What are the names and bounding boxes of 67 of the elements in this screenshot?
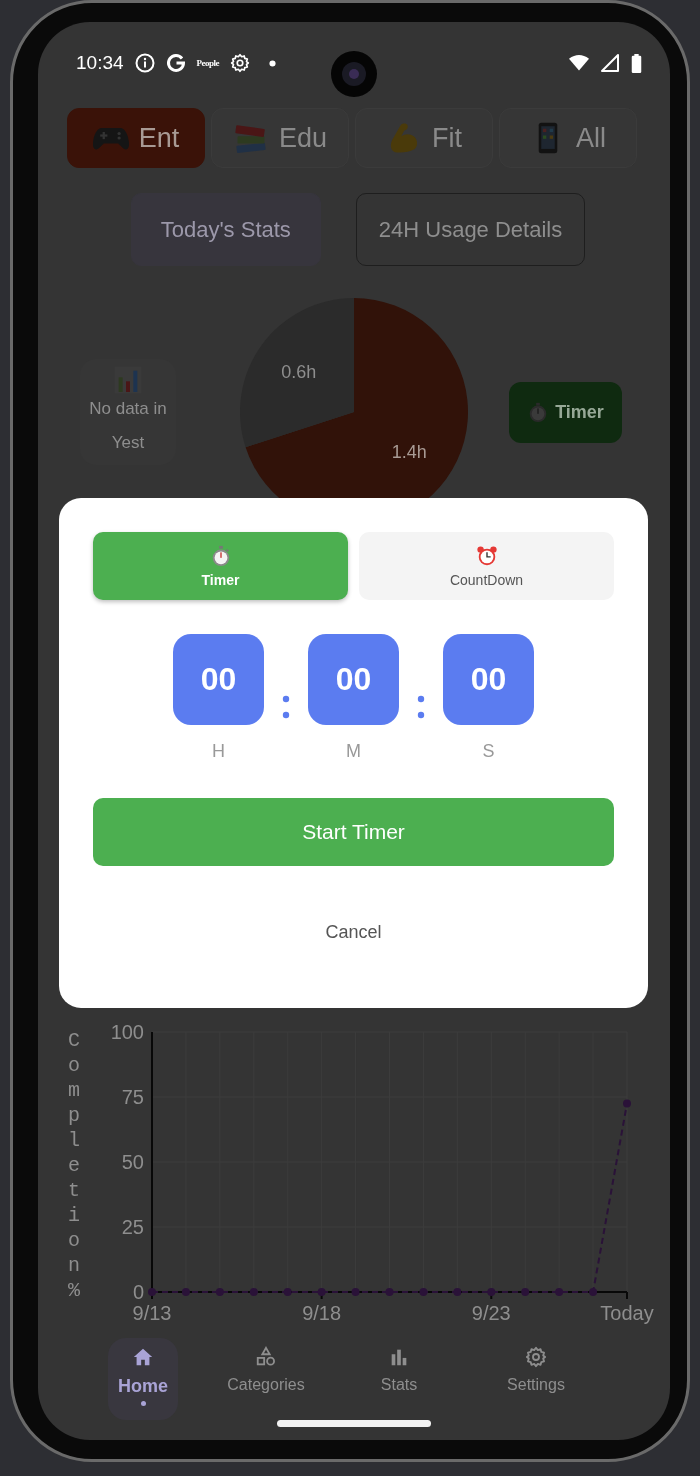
data-point [385,1288,394,1296]
info-icon [134,53,155,73]
no-data-text: No data in Yest [88,398,168,454]
data-point [317,1288,326,1296]
tick-label: 9/18 [302,1302,342,1324]
category-tab[interactable]: Edu [211,108,349,168]
slice-label: 0.6h [281,361,317,382]
colon-separator [417,695,425,719]
signal-icon [600,53,620,73]
data-point [249,1288,258,1296]
data-point [283,1288,292,1296]
wifi-icon [569,53,589,73]
battery-icon [631,53,642,73]
tick-label: 50 [121,1151,144,1173]
view-button[interactable]: 24H Usage Details [355,193,586,266]
alarm-clock-icon [475,544,498,567]
time-field[interactable]: 00 [443,634,534,725]
slice-label: 1.4h [391,442,427,463]
data-point [351,1288,360,1296]
nav-item[interactable]: Categories [214,1338,318,1420]
category-tab[interactable]: Fit [355,108,493,168]
active-dot [140,1401,146,1406]
tick-label: 0 [132,1281,144,1303]
view-button[interactable]: Today's Stats [130,193,321,266]
tick-label: Today [600,1302,654,1324]
axis-title: Completion % [68,1028,80,1304]
home-icon [132,1346,154,1368]
data-point [215,1288,224,1296]
category-tab[interactable]: All [499,108,637,168]
start-button[interactable]: Start Timer [93,798,614,866]
tick-label: 9/13 [132,1302,172,1324]
mode-tab[interactable]: Timer [93,532,348,600]
time-field[interactable]: 00 [173,634,264,725]
data-point [487,1288,496,1296]
data-point [419,1288,428,1296]
unit-label: M [346,741,361,762]
unit-label: S [482,741,495,762]
data-point [181,1288,190,1296]
data-point [623,1099,631,1108]
tick-label: 25 [121,1216,144,1238]
mode-tab[interactable]: CountDown [359,532,614,600]
books-icon [232,122,269,154]
settings-icon [230,53,251,73]
time-field[interactable]: 00 [308,634,399,725]
tick-label: 9/23 [471,1302,511,1324]
dot-icon [269,59,277,67]
tick-label: 100 [110,1021,144,1043]
cancel-button[interactable]: Cancel [315,918,392,947]
colon-separator [282,695,290,719]
notification-text: People [196,58,220,68]
data-point [148,1288,156,1296]
unit-label: H [212,741,225,762]
data-point [555,1288,564,1296]
settings-icon [525,1346,547,1368]
g-logo-icon [165,53,186,73]
data-point [521,1288,530,1296]
tick-label: 75 [121,1086,144,1108]
camera-icon [331,51,377,97]
nav-item[interactable]: Stats [354,1338,444,1420]
shapes-icon [255,1346,277,1368]
data-point [453,1288,462,1296]
category-tab[interactable]: Ent [67,108,205,168]
nav-item[interactable]: Settings [484,1338,588,1420]
nav-item[interactable]: Home [108,1338,178,1420]
status-time: 10:34 [76,52,124,74]
timer-button[interactable]: Timer [509,381,622,443]
data-point [589,1288,598,1296]
